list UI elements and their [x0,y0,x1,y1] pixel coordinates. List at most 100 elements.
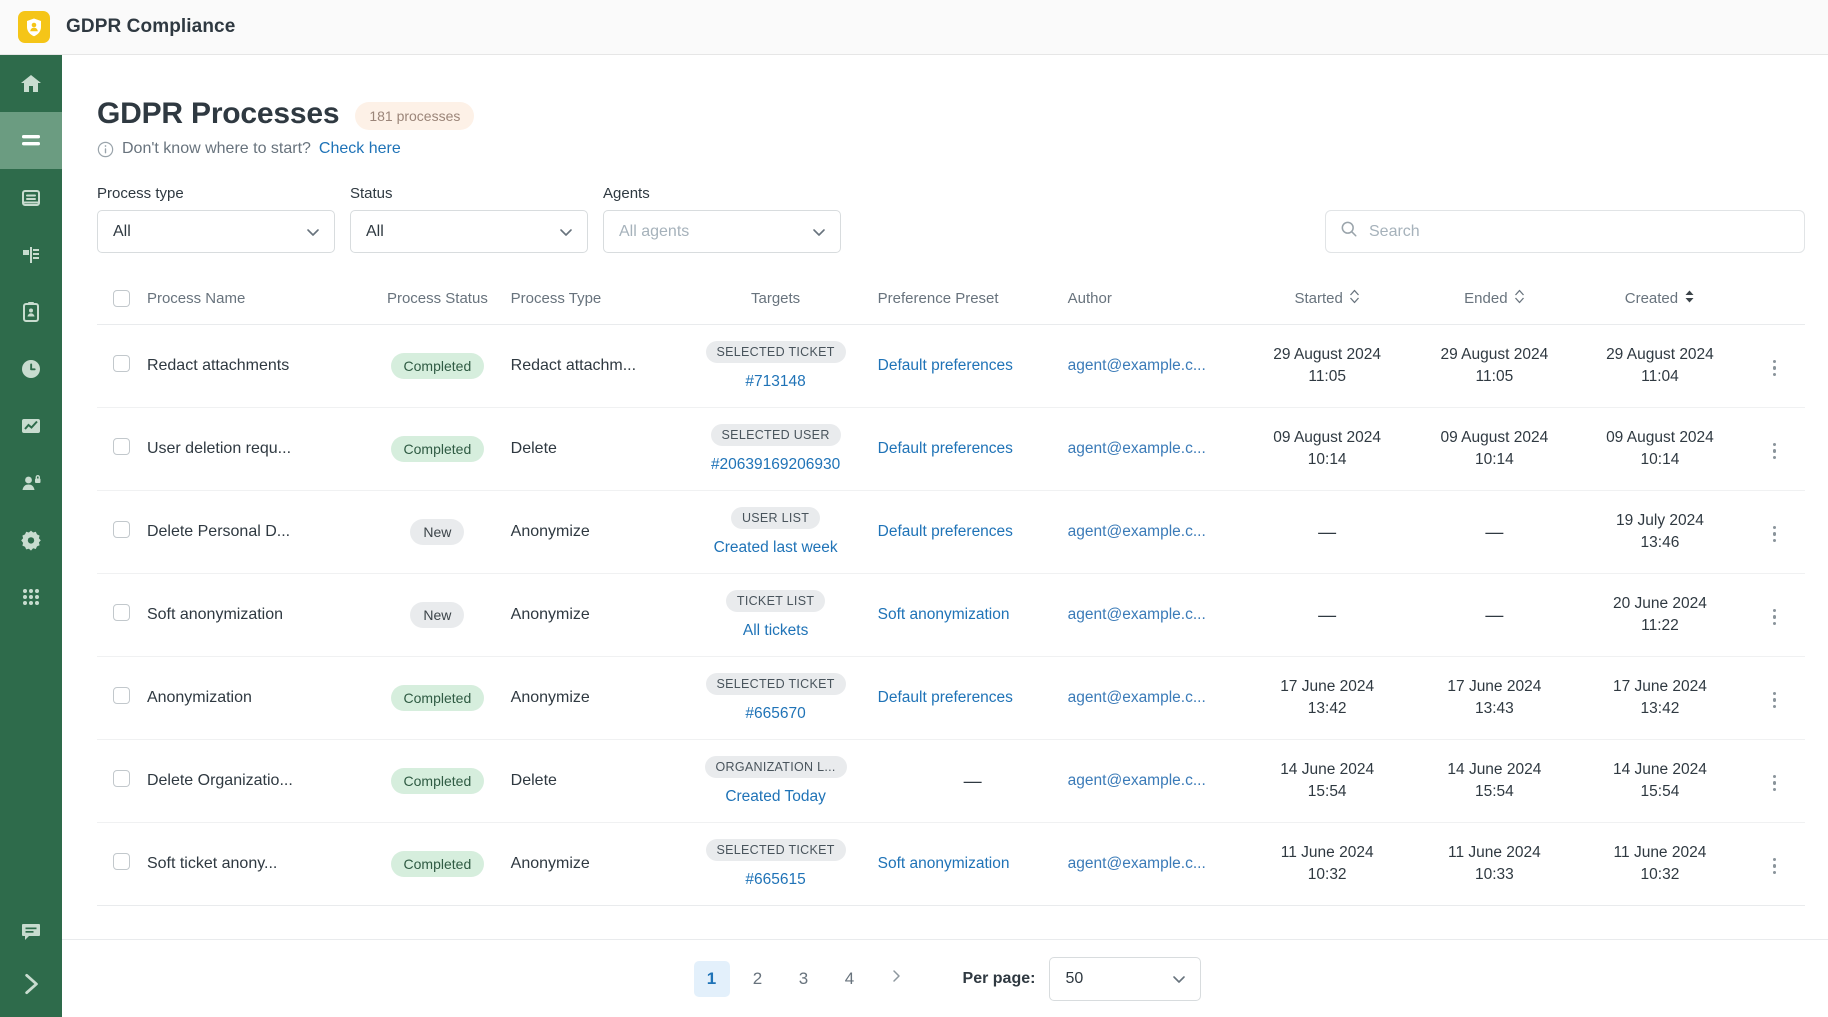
preference-link[interactable]: Default preferences [878,357,1013,374]
row-menu-icon[interactable] [1767,520,1783,549]
row-menu-icon[interactable] [1767,354,1783,383]
search-box[interactable] [1325,210,1805,253]
th-targets[interactable]: Targets [673,279,878,325]
row-menu-icon[interactable] [1767,603,1783,632]
started-date: — [1318,604,1337,625]
sidebar-item-requests[interactable] [0,283,62,340]
author-link[interactable]: agent@example.c... [1068,357,1206,374]
preference-link[interactable]: Soft anonymization [878,606,1010,623]
sidebar-item-reports[interactable] [0,397,62,454]
sidebar-item-home[interactable] [0,55,62,112]
cell-preference-preset: Soft anonymization [877,573,1068,657]
target-link[interactable]: All tickets [674,622,878,640]
sidebar-item-consent[interactable] [0,454,62,511]
row-menu-icon[interactable] [1767,852,1783,881]
expand-sidebar-button[interactable] [0,960,62,1017]
table-row[interactable]: Soft anonymization New Anonymize TICKET … [97,573,1805,657]
cell-actions[interactable] [1744,822,1805,906]
page-4-button[interactable]: 4 [832,961,868,997]
target-link[interactable]: Created last week [674,539,878,557]
th-process-type[interactable]: Process Type [510,279,674,325]
row-checkbox-cell[interactable] [97,324,147,408]
top-bar: GDPR Compliance [0,0,1828,55]
sidebar-item-data-mapping[interactable] [0,226,62,283]
row-checkbox[interactable] [113,604,131,621]
row-checkbox[interactable] [113,438,131,455]
author-link[interactable]: agent@example.c... [1068,440,1206,457]
chart-icon [19,414,43,438]
row-checkbox[interactable] [113,770,131,787]
cell-actions[interactable] [1744,324,1805,408]
cell-actions[interactable] [1744,573,1805,657]
target-link[interactable]: #665615 [674,871,878,889]
preference-link[interactable]: Soft anonymization [878,855,1010,872]
author-link[interactable]: agent@example.c... [1068,689,1206,706]
th-created[interactable]: Created [1575,279,1745,325]
page-3-button[interactable]: 3 [786,961,822,997]
preference-link[interactable]: Default preferences [878,689,1013,706]
row-checkbox[interactable] [113,355,131,372]
status-select[interactable]: All [350,210,588,253]
cell-actions[interactable] [1744,407,1805,491]
cell-actions[interactable] [1744,739,1805,823]
search-input[interactable] [1369,222,1790,241]
table-row[interactable]: Delete Organizatio... Completed Delete O… [97,739,1805,823]
preference-link[interactable]: Default preferences [878,523,1013,540]
row-checkbox-cell[interactable] [97,573,147,657]
th-ended[interactable]: Ended [1412,279,1576,325]
target-link[interactable]: #665670 [674,705,878,723]
select-all-checkbox[interactable] [113,290,131,307]
cell-targets: SELECTED USER #20639169206930 [673,407,878,491]
row-checkbox-cell[interactable] [97,656,147,740]
table-row[interactable]: User deletion requ... Completed Delete S… [97,407,1805,491]
sidebar-item-apps[interactable] [0,568,62,625]
th-author[interactable]: Author [1067,279,1242,325]
sidebar-item-processes[interactable] [0,112,62,169]
per-page-select[interactable]: 50 [1049,956,1202,1001]
next-page-button[interactable] [878,961,914,997]
sidebar-item-support[interactable] [0,903,62,960]
cell-created: 19 July 2024 13:46 [1575,490,1745,574]
sidebar-item-settings[interactable] [0,511,62,568]
check-here-link[interactable]: Check here [319,140,401,158]
row-checkbox[interactable] [113,687,131,704]
table-row[interactable]: Delete Personal D... New Anonymize USER … [97,490,1805,574]
author-link[interactable]: agent@example.c... [1068,855,1206,872]
created-time: 13:42 [1640,700,1680,717]
row-checkbox-cell[interactable] [97,739,147,823]
row-menu-icon[interactable] [1767,686,1783,715]
agents-label: Agents [603,185,650,202]
sidebar-item-data-sources[interactable] [0,169,62,226]
agents-select[interactable]: All agents [603,210,841,253]
cell-actions[interactable] [1744,656,1805,740]
table-row[interactable]: Soft ticket anony... Completed Anonymize… [97,822,1805,906]
row-checkbox-cell[interactable] [97,822,147,906]
row-menu-icon[interactable] [1767,769,1783,798]
row-menu-icon[interactable] [1767,437,1783,466]
row-checkbox[interactable] [113,521,131,538]
started-date: 14 June 2024 [1280,760,1375,778]
target-link[interactable]: #20639169206930 [674,456,878,474]
author-link[interactable]: agent@example.c... [1068,606,1206,623]
th-process-name[interactable]: Process Name [146,279,365,325]
row-checkbox-cell[interactable] [97,490,147,574]
row-checkbox[interactable] [113,853,131,870]
th-preference-preset[interactable]: Preference Preset [877,279,1068,325]
process-type-select[interactable]: All [97,210,335,253]
table-row[interactable]: Redact attachments Completed Redact atta… [97,324,1805,408]
table-row[interactable]: Anonymization Completed Anonymize SELECT… [97,656,1805,740]
author-link[interactable]: agent@example.c... [1068,772,1206,789]
target-link[interactable]: Created Today [674,788,878,806]
th-started[interactable]: Started [1241,279,1413,325]
row-checkbox-cell[interactable] [97,407,147,491]
preference-link[interactable]: Default preferences [878,440,1013,457]
target-tag: SELECTED USER [710,424,841,446]
page-2-button[interactable]: 2 [740,961,776,997]
th-select-all[interactable] [97,279,147,325]
page-1-button[interactable]: 1 [693,960,730,997]
target-link[interactable]: #713148 [674,373,878,391]
th-process-status[interactable]: Process Status [364,279,511,325]
author-link[interactable]: agent@example.c... [1068,523,1206,540]
sidebar-item-retention[interactable] [0,340,62,397]
cell-actions[interactable] [1744,490,1805,574]
